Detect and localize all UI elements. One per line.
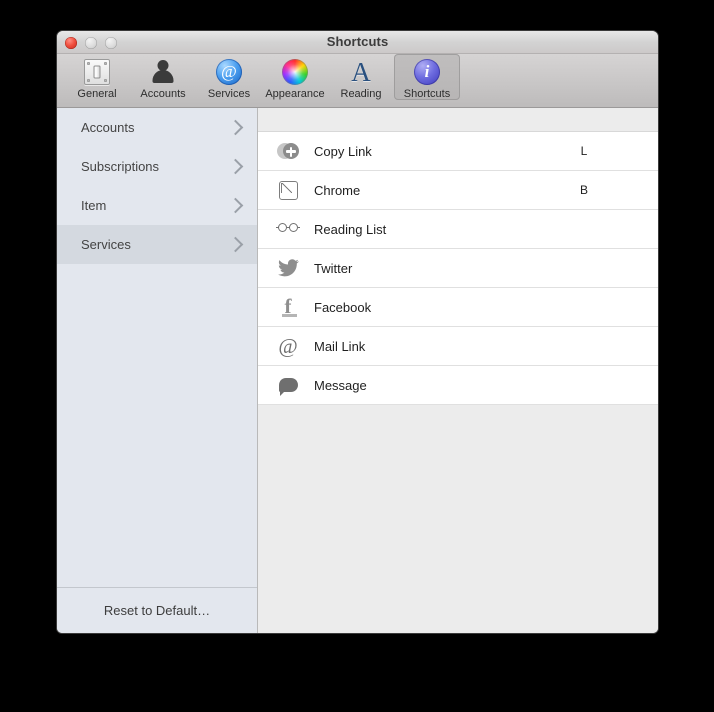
row-label: Message [302, 378, 548, 393]
window-title: Shortcuts [57, 34, 658, 49]
letter-a-icon: A [328, 57, 394, 87]
table-row[interactable]: Reading List [258, 210, 658, 249]
table-row[interactable]: @ Mail Link [258, 327, 658, 366]
sidebar-label-accounts: Accounts [81, 120, 230, 135]
info-glyph: i [414, 59, 440, 85]
glasses-icon [274, 217, 302, 241]
row-label: Chrome [302, 183, 548, 198]
preferences-window: Shortcuts General Accounts @ Servi [57, 31, 658, 633]
toolbar-item-accounts[interactable]: Accounts [130, 54, 196, 100]
info-circle-icon: i [394, 57, 460, 87]
row-shortcut-key[interactable]: B [548, 183, 658, 197]
table-row[interactable]: Chrome B [258, 171, 658, 210]
table-row[interactable]: Copy Link L [258, 132, 658, 171]
toolbar-label-appearance: Appearance [262, 88, 328, 100]
sidebar-label-item: Item [81, 198, 230, 213]
toolbar-item-shortcuts[interactable]: i Shortcuts [394, 54, 460, 100]
color-wheel-icon [262, 57, 328, 87]
row-label: Reading List [302, 222, 548, 237]
toolbar-label-reading: Reading [328, 88, 394, 100]
toolbar-label-accounts: Accounts [130, 88, 196, 100]
compass-icon [274, 178, 302, 202]
row-label: Facebook [302, 300, 548, 315]
toolbar-item-general[interactable]: General [64, 54, 130, 100]
speech-bubble-icon [274, 373, 302, 397]
window-body: Accounts Subscriptions Item Services Res… [57, 108, 658, 633]
toolbar-label-general: General [64, 88, 130, 100]
person-icon [130, 57, 196, 87]
settings-sidebar: Accounts Subscriptions Item Services Res… [57, 108, 258, 633]
table-row[interactable]: f Facebook [258, 288, 658, 327]
at-sign-icon: @ [274, 334, 302, 358]
toolbar-label-services: Services [196, 88, 262, 100]
list-header-strip [258, 108, 658, 132]
sidebar-label-services: Services [81, 237, 230, 252]
sidebar-item-item[interactable]: Item [57, 186, 257, 225]
chevron-right-icon [228, 237, 244, 253]
sidebar-item-services[interactable]: Services [57, 225, 257, 264]
toolbar-item-services[interactable]: @ Services [196, 54, 262, 100]
at-sign-icon: @ [196, 57, 262, 87]
twitter-bird-icon [274, 256, 302, 280]
row-shortcut-key[interactable]: L [548, 144, 658, 158]
chevron-right-icon [228, 159, 244, 175]
preferences-toolbar: General Accounts @ Services Appearance A… [57, 54, 658, 108]
row-label: Twitter [302, 261, 548, 276]
copy-link-icon [274, 139, 302, 163]
table-row[interactable]: Twitter [258, 249, 658, 288]
row-label: Copy Link [302, 144, 548, 159]
letter-a-glyph: A [351, 58, 371, 86]
chevron-right-icon [228, 120, 244, 136]
table-row[interactable]: Message [258, 366, 658, 405]
shortcuts-list: Copy Link L Chrome B [258, 132, 658, 405]
at-glyph: @ [216, 59, 242, 85]
facebook-f-icon: f [274, 295, 302, 319]
switch-plate-icon [64, 57, 130, 87]
row-label: Mail Link [302, 339, 548, 354]
sidebar-item-accounts[interactable]: Accounts [57, 108, 257, 147]
toolbar-label-shortcuts: Shortcuts [394, 88, 460, 100]
reset-to-default-button[interactable]: Reset to Default… [104, 603, 210, 618]
toolbar-item-reading[interactable]: A Reading [328, 54, 394, 100]
sidebar-item-subscriptions[interactable]: Subscriptions [57, 147, 257, 186]
shortcuts-detail-pane: Copy Link L Chrome B [258, 108, 658, 633]
chevron-right-icon [228, 198, 244, 214]
sidebar-label-subscriptions: Subscriptions [81, 159, 230, 174]
window-titlebar: Shortcuts [57, 31, 658, 54]
toolbar-item-appearance[interactable]: Appearance [262, 54, 328, 100]
sidebar-footer: Reset to Default… [57, 587, 257, 633]
